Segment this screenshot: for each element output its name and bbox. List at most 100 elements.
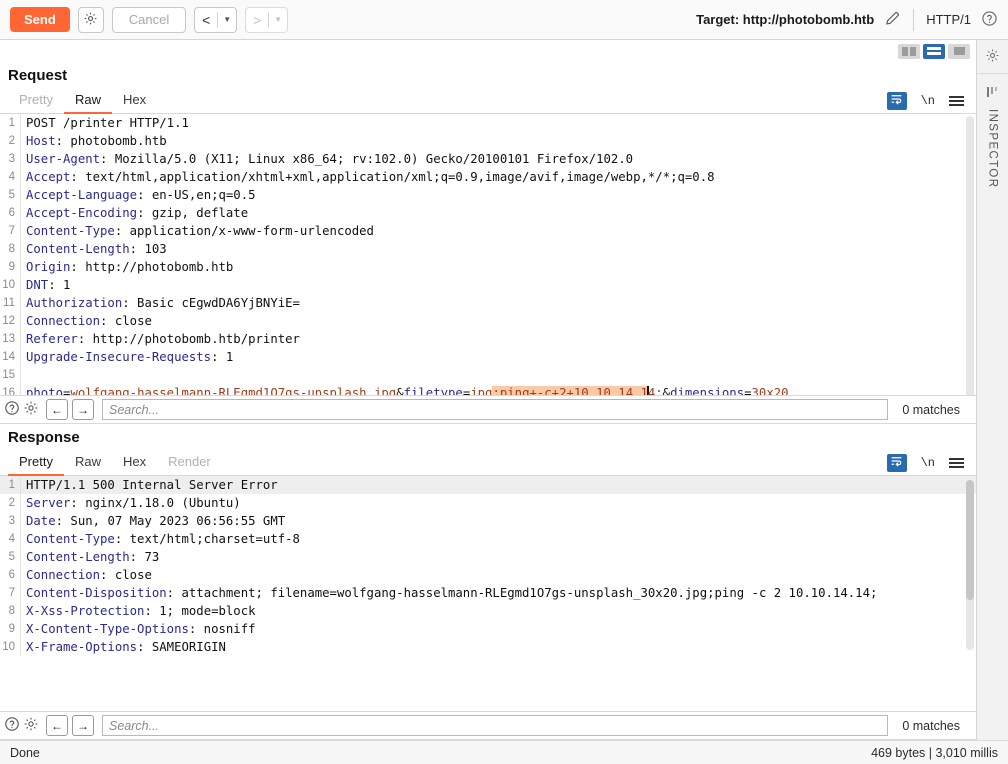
toolbar-divider — [913, 9, 914, 31]
line-text[interactable]: Server: nginx/1.18.0 (Ubuntu) — [20, 494, 976, 512]
line-text[interactable]: Authorization: Basic cEgwdDA6YjBNYiE= — [20, 294, 976, 312]
request-wrap-button[interactable] — [887, 92, 907, 110]
selected-text: ;ping+-c+2+10.10.14.1 — [492, 386, 647, 395]
text-run: : http://photobomb.htb/printer — [78, 332, 300, 346]
line-text[interactable]: X-Xss-Protection: 1; mode=block — [20, 602, 976, 620]
line-text[interactable]: photo=wolfgang-hasselmann-RLEgmd1O7gs-un… — [20, 384, 976, 395]
line-text[interactable]: HTTP/1.1 500 Internal Server Error — [20, 476, 976, 494]
request-search-help-button[interactable] — [4, 400, 20, 419]
line-text[interactable]: Accept-Encoding: gzip, deflate — [20, 204, 976, 222]
code-line: 3Date: Sun, 07 May 2023 06:56:55 GMT — [0, 512, 976, 530]
line-text[interactable] — [20, 366, 976, 384]
line-text[interactable]: Content-Disposition: attachment; filenam… — [20, 584, 976, 602]
text-run: & — [663, 386, 670, 395]
line-text[interactable]: DNT: 1 — [20, 276, 976, 294]
line-text[interactable]: Origin: http://photobomb.htb — [20, 258, 976, 276]
response-code-area[interactable]: 1HTTP/1.1 500 Internal Server Error2Serv… — [0, 476, 976, 711]
header-name: Content-Type — [26, 532, 115, 546]
line-text[interactable]: Upgrade-Insecure-Requests: 1 — [20, 348, 976, 366]
top-toolbar: Send Cancel < ▼ > ▼ Target: http://photo… — [0, 0, 1008, 40]
next-request-button[interactable]: > ▼ — [245, 7, 288, 33]
response-newline-button[interactable]: \n — [921, 456, 935, 470]
send-button[interactable]: Send — [10, 7, 70, 32]
line-text[interactable]: Content-Type: application/x-www-form-url… — [20, 222, 976, 240]
response-search-help-button[interactable] — [4, 716, 20, 735]
edit-target-button[interactable] — [884, 10, 901, 30]
request-search-bar: ← → 0 matches — [0, 396, 976, 424]
response-search-prev-button[interactable]: ← — [46, 715, 68, 736]
response-match-count: 0 matches — [902, 719, 960, 733]
line-text[interactable]: Referer: http://photobomb.htb/printer — [20, 330, 976, 348]
response-tab-render[interactable]: Render — [157, 450, 222, 476]
response-search-settings-button[interactable] — [23, 716, 39, 735]
request-search-settings-button[interactable] — [23, 400, 39, 419]
response-editor[interactable]: 1HTTP/1.1 500 Internal Server Error2Serv… — [0, 476, 976, 712]
line-text[interactable]: Host: photobomb.htb — [20, 132, 976, 150]
help-button[interactable] — [981, 10, 998, 30]
layout-single-button[interactable] — [948, 44, 970, 59]
caret-down-icon[interactable]: ▼ — [269, 15, 287, 24]
response-wrap-button[interactable] — [887, 454, 907, 472]
response-search-next-button[interactable]: → — [72, 715, 94, 736]
code-line: 14Upgrade-Insecure-Requests: 1 — [0, 348, 976, 366]
request-search-next-button[interactable]: → — [72, 399, 94, 420]
text-run: : text/html;charset=utf-8 — [115, 532, 300, 546]
request-newline-button[interactable]: \n — [921, 94, 935, 108]
layout-columns-button[interactable] — [898, 44, 920, 59]
header-name: Date — [26, 514, 56, 528]
request-tab-hex[interactable]: Hex — [112, 88, 157, 114]
header-name: Accept-Encoding — [26, 206, 137, 220]
gear-icon — [83, 11, 98, 29]
request-code-area[interactable]: 1POST /printer HTTP/1.12Host: photobomb.… — [0, 114, 976, 395]
line-number: 4 — [0, 530, 20, 548]
request-tab-actions: \n — [887, 92, 976, 110]
request-scrollbar[interactable] — [966, 116, 974, 396]
header-name: Content-Type — [26, 224, 115, 238]
header-name: Origin — [26, 260, 70, 274]
line-text[interactable]: Content-Length: 103 — [20, 240, 976, 258]
line-text[interactable]: POST /printer HTTP/1.1 — [20, 114, 976, 132]
line-text[interactable]: X-Frame-Options: SAMEORIGIN — [20, 638, 976, 656]
request-search-prev-button[interactable]: ← — [46, 399, 68, 420]
request-tab-pretty[interactable]: Pretty — [8, 88, 64, 114]
response-menu-button[interactable] — [949, 458, 964, 468]
line-text[interactable]: User-Agent: Mozilla/5.0 (X11; Linux x86_… — [20, 150, 976, 168]
rail-settings-button[interactable] — [977, 40, 1008, 74]
line-text[interactable]: Connection: close — [20, 566, 976, 584]
response-search-input[interactable] — [102, 715, 888, 736]
param-value: ; — [655, 386, 662, 395]
cancel-button[interactable]: Cancel — [112, 7, 186, 33]
line-text[interactable]: Accept: text/html,application/xhtml+xml,… — [20, 168, 976, 186]
header-name: Upgrade-Insecure-Requests — [26, 350, 211, 364]
line-text[interactable]: Accept-Language: en-US,en;q=0.5 — [20, 186, 976, 204]
request-editor[interactable]: 1POST /printer HTTP/1.12Host: photobomb.… — [0, 114, 976, 396]
http-version-label: HTTP/1 — [926, 12, 971, 27]
inspector-tab[interactable]: INSPECTOR — [977, 74, 1008, 740]
line-text[interactable]: Date: Sun, 07 May 2023 06:56:55 GMT — [20, 512, 976, 530]
question-circle-icon — [981, 10, 998, 30]
response-panel: Response Pretty Raw Hex Render — [0, 424, 976, 740]
layout-rows-button[interactable] — [923, 44, 945, 59]
line-text[interactable]: Content-Length: 73 — [20, 548, 976, 566]
layout-columns-icon — [902, 47, 916, 56]
previous-request-button[interactable]: < ▼ — [194, 7, 237, 33]
code-line: 5Accept-Language: en-US,en;q=0.5 — [0, 186, 976, 204]
response-tab-pretty[interactable]: Pretty — [8, 450, 64, 476]
layout-single-icon — [954, 47, 965, 55]
param-name: dimensions — [670, 386, 744, 395]
request-tab-raw[interactable]: Raw — [64, 88, 112, 114]
response-tab-raw[interactable]: Raw — [64, 450, 112, 476]
chevron-left-icon: < — [195, 12, 217, 28]
response-scrollbar[interactable] — [966, 480, 974, 650]
response-tab-hex[interactable]: Hex — [112, 450, 157, 476]
line-text[interactable]: X-Content-Type-Options: nosniff — [20, 620, 976, 638]
caret-down-icon[interactable]: ▼ — [218, 15, 236, 24]
text-run: : Basic cEgwdDA6YjBNYiE= — [122, 296, 300, 310]
response-tab-actions: \n — [887, 454, 976, 472]
request-menu-button[interactable] — [949, 96, 964, 106]
request-settings-button[interactable] — [78, 7, 104, 33]
request-search-input[interactable] — [102, 399, 888, 420]
line-text[interactable]: Connection: close — [20, 312, 976, 330]
line-text[interactable]: Content-Type: text/html;charset=utf-8 — [20, 530, 976, 548]
text-run: : 103 — [130, 242, 167, 256]
